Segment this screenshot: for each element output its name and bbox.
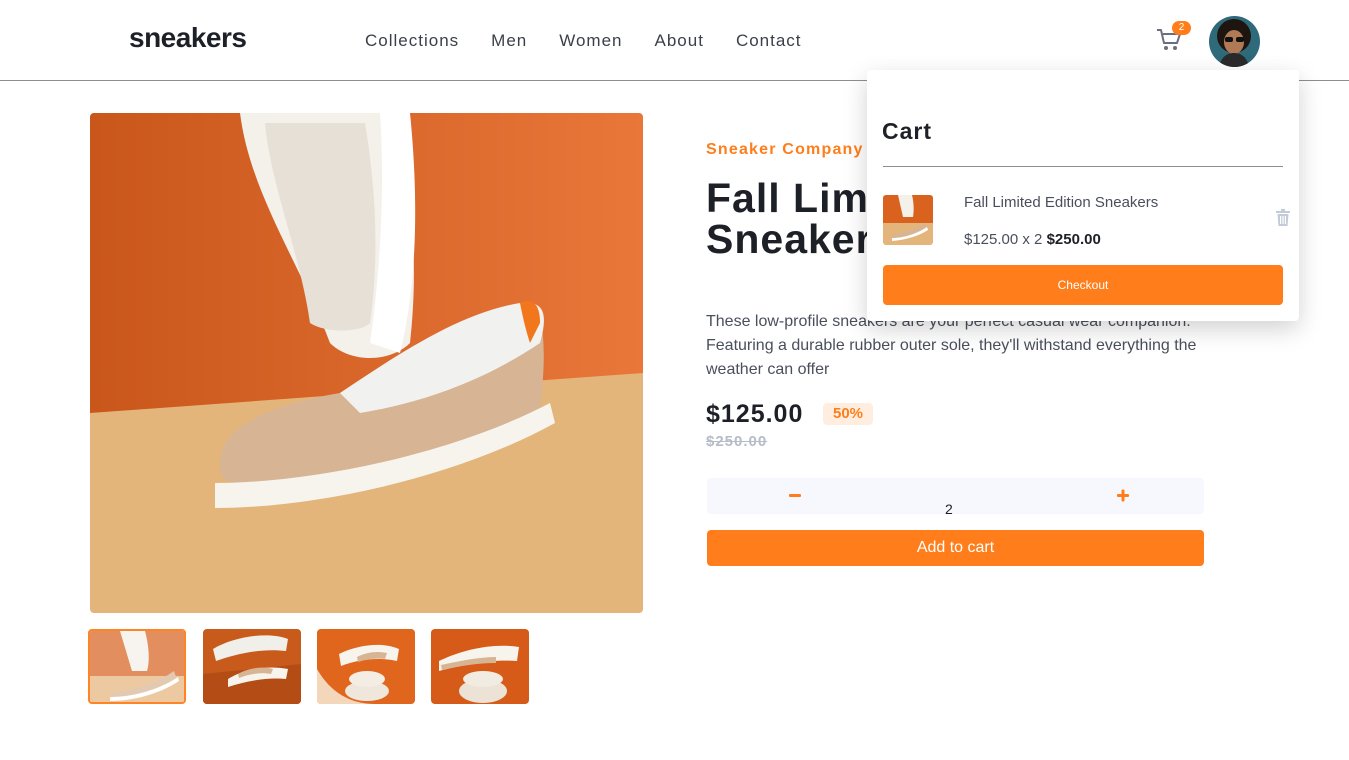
cart-count-badge: 2	[1172, 21, 1191, 35]
quantity-value: 2	[945, 501, 953, 517]
thumbnail-2[interactable]	[203, 629, 301, 704]
nav-women[interactable]: Women	[559, 31, 622, 51]
trash-icon	[1276, 209, 1290, 226]
decrease-quantity-button[interactable]	[783, 484, 807, 508]
company-name: Sneaker Company	[706, 141, 864, 158]
nav-contact[interactable]: Contact	[736, 31, 802, 51]
minus-icon	[789, 494, 801, 497]
current-price: $125.00	[706, 400, 804, 428]
cart-divider	[883, 166, 1283, 167]
site-header: sneakers Collections Men Women About Con…	[0, 0, 1349, 81]
checkout-button[interactable]: Checkout	[883, 265, 1283, 305]
product-main-image[interactable]	[90, 113, 643, 613]
cart-dropdown: Cart Fall Limited Edition Sneakers $125.…	[867, 70, 1299, 321]
nav-collections[interactable]: Collections	[365, 31, 459, 51]
discount-badge: 50%	[823, 403, 873, 425]
quantity-stepper: 2	[707, 478, 1204, 517]
nav-men[interactable]: Men	[491, 31, 527, 51]
cart-title: Cart	[882, 118, 933, 144]
main-nav: Collections Men Women About Contact	[365, 31, 802, 51]
logo[interactable]: sneakers	[129, 22, 247, 54]
thumbnail-4[interactable]	[431, 629, 529, 704]
increase-quantity-button[interactable]	[1109, 484, 1133, 508]
plus-icon	[1117, 489, 1129, 502]
cart-item-price: $125.00 x 2 $250.00	[964, 231, 1101, 248]
add-to-cart-button[interactable]: Add to cart	[707, 530, 1204, 566]
cart-item-name: Fall Limited Edition Sneakers	[964, 194, 1159, 211]
delete-item-button[interactable]	[1276, 209, 1290, 226]
thumbnail-1[interactable]	[88, 629, 186, 704]
original-price: $250.00	[706, 433, 768, 450]
cart-item-total: $250.00	[1046, 231, 1101, 248]
cart-item-unit-price: $125.00 x 2	[964, 231, 1043, 248]
cart-item-thumbnail	[883, 195, 933, 245]
nav-about[interactable]: About	[655, 31, 704, 51]
avatar[interactable]	[1209, 16, 1260, 67]
thumbnail-3[interactable]	[317, 629, 415, 704]
